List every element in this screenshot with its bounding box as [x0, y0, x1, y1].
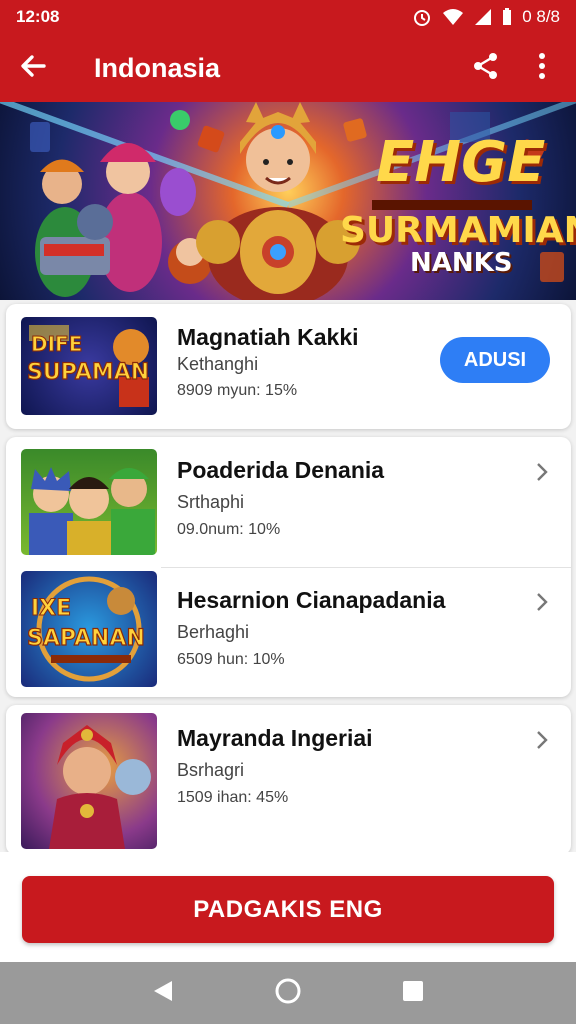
featured-thumb-text: SUPAMAN: [27, 360, 149, 385]
share-icon: [471, 51, 501, 86]
list-item-title: Poaderida Denania: [177, 457, 385, 483]
game-thumbnail: [21, 449, 157, 555]
app-bar: Indonasia: [0, 34, 576, 102]
list-item[interactable]: Mayranda Ingeriai Bsrhagri 1509 ihan: 45…: [6, 705, 571, 855]
game-thumbnail: DIFE SUPAMAN: [21, 317, 157, 415]
signal-icon: [474, 8, 492, 26]
more-vert-icon: [537, 52, 547, 85]
featured-card[interactable]: DIFE SUPAMAN Magnatiah Kakki Kethanghi 8…: [6, 304, 571, 429]
list-item-meta: 09.0num: 10%: [177, 521, 281, 538]
nav-recents-button[interactable]: [385, 965, 441, 1021]
featured-meta: 8909 myun: 15%: [177, 382, 298, 399]
nav-home-icon: [273, 976, 303, 1011]
back-arrow-icon: [18, 51, 48, 86]
featured-subtitle: Kethanghi: [177, 354, 259, 374]
primary-action-button[interactable]: PADGAKIS ENG: [22, 876, 554, 943]
app-list-card: Poaderida Denania Srthaphi 09.0num: 10% …: [6, 437, 571, 697]
list-item[interactable]: Poaderida Denania Srthaphi 09.0num: 10%: [6, 437, 571, 567]
page-title: Indonasia: [94, 52, 221, 83]
list-item-subtitle: Berhaghi: [177, 622, 250, 642]
wifi-icon: [442, 8, 464, 26]
nav-home-button[interactable]: [260, 965, 316, 1021]
game-thumbnail: [21, 713, 157, 849]
list-item-title: Hesarnion Cianapadania: [177, 587, 446, 613]
list-item-meta: 6509 hun: 10%: [177, 651, 285, 668]
battery-percent: 0 8/8: [522, 7, 560, 26]
battery-icon: [502, 8, 512, 26]
list-item[interactable]: IXE SAPANAN Hesarnion Cianapadania Berha…: [6, 567, 571, 697]
list-item-subtitle: Srthaphi: [177, 492, 245, 512]
nav-back-button[interactable]: [135, 965, 191, 1021]
game-thumbnail: IXE SAPANAN: [21, 571, 157, 687]
alarm-icon: [412, 7, 432, 27]
list-item-subtitle: Bsrhagri: [177, 760, 245, 780]
list-thumb-text: SAPANAN: [27, 626, 145, 651]
svg-text:IXE: IXE: [31, 596, 71, 621]
list-item-title: Mayranda Ingeriai: [177, 725, 373, 751]
chevron-right-icon: [535, 729, 549, 756]
install-button[interactable]: ADUSI: [440, 337, 550, 383]
back-button[interactable]: [0, 34, 66, 102]
list-item-meta: 1509 ihan: 45%: [177, 789, 289, 806]
promo-banner[interactable]: EHGE SURMAMIAN NANKS: [0, 102, 576, 300]
list-item[interactable]: DIFE SUPAMAN Magnatiah Kakki Kethanghi 8…: [6, 304, 571, 429]
nav-recents-icon: [401, 979, 425, 1008]
banner-title-line2: SURMAMIAN: [340, 210, 576, 251]
chevron-right-icon: [535, 461, 549, 488]
chevron-right-icon: [535, 591, 549, 618]
banner-title-line3: NANKS: [410, 248, 513, 278]
share-button[interactable]: [458, 34, 514, 102]
status-bar: 12:08 0 8/8: [0, 0, 576, 34]
nav-back-icon: [150, 978, 176, 1009]
more-options-button[interactable]: [514, 34, 570, 102]
featured-title: Magnatiah Kakki: [177, 324, 359, 350]
bottom-action-area: PADGAKIS ENG: [0, 852, 576, 962]
app-list-card: Mayranda Ingeriai Bsrhagri 1509 ihan: 45…: [6, 705, 571, 855]
banner-title-line1: EHGE: [376, 130, 546, 195]
status-time: 12:08: [16, 7, 60, 26]
svg-text:DIFE: DIFE: [31, 332, 82, 356]
system-nav-bar: [0, 962, 576, 1024]
